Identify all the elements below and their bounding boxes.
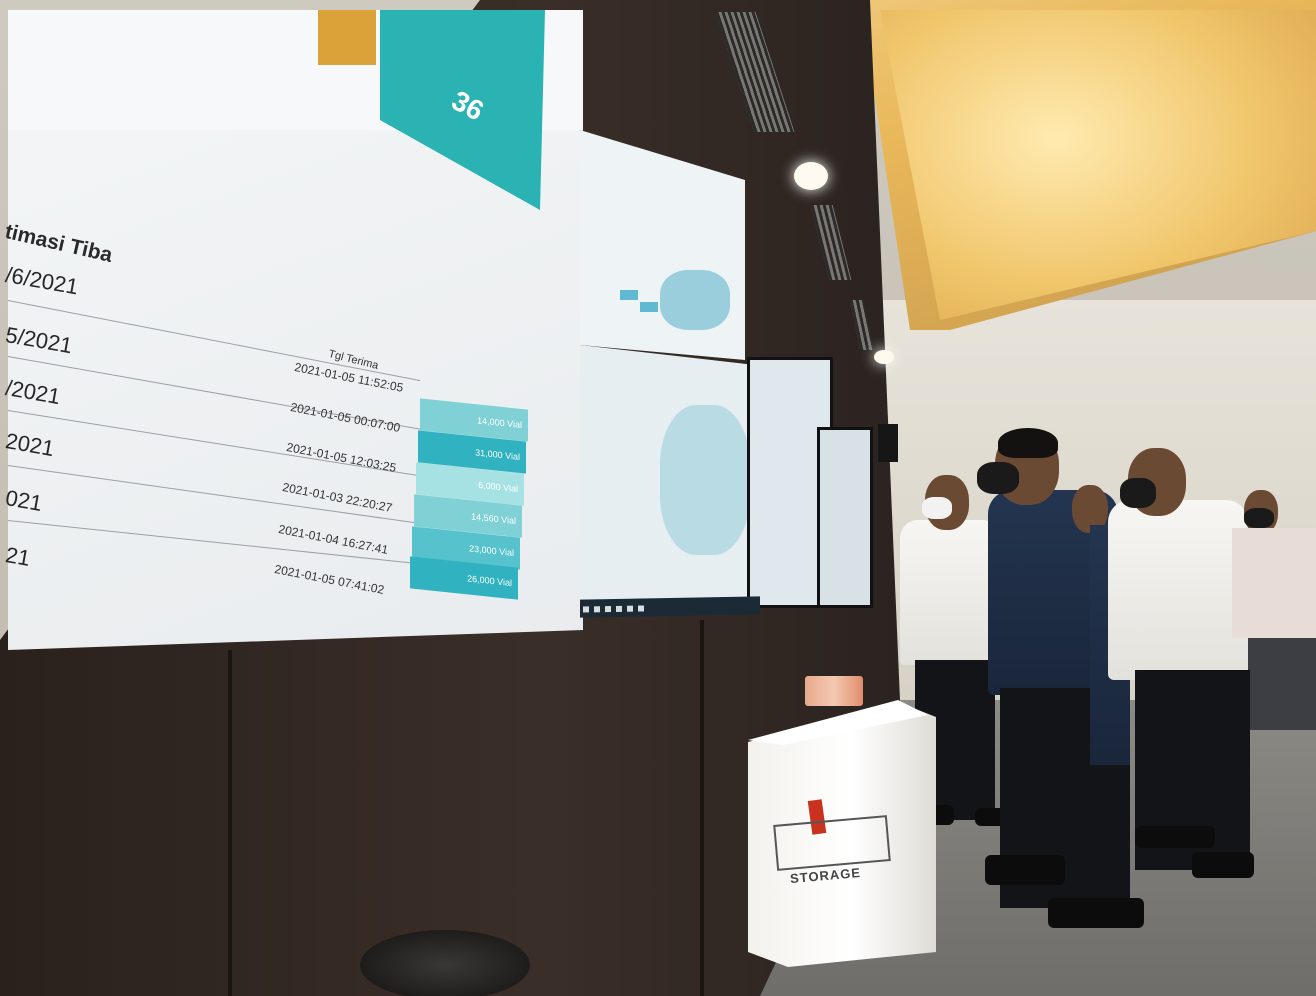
face-mask [1120,478,1156,508]
shirt [1108,500,1248,680]
kpi-card-orange [318,10,376,65]
wall-speaker [878,424,898,462]
face-mask [1244,508,1274,528]
app-icon [638,605,644,612]
wall-seam [228,650,232,996]
face-mask [977,462,1019,494]
video-wall-panel [580,345,755,610]
search-icon [594,606,600,613]
ceiling-light [794,162,828,190]
app-icon [627,605,633,612]
app-icon [616,605,622,612]
ceiling-cove-light [880,10,1316,320]
face-mask [922,497,952,519]
wall-seam [700,620,704,996]
shoe [1048,898,1144,928]
shoe [985,855,1065,885]
map-marker [640,302,658,312]
shirt [900,520,1000,665]
shirt [1232,528,1316,638]
start-icon [583,606,589,613]
shoe [1192,852,1254,878]
hair [998,428,1058,458]
photo-scene: 36 timasi Tiba Tgl Terima /6/2021 5/2021… [0,0,1316,996]
video-wall-panel [750,360,830,605]
ceiling-light [874,350,894,364]
map-marker [620,290,638,300]
vaccine-vials [805,676,863,706]
map-region [660,270,730,330]
eta-cell: 21 [3,542,33,571]
shoe [1135,826,1215,848]
map-region [660,405,750,555]
video-wall-panel [820,430,870,605]
foreground-camera-blur [360,930,530,996]
windows-taskbar [580,596,760,618]
taskview-icon [605,606,611,613]
